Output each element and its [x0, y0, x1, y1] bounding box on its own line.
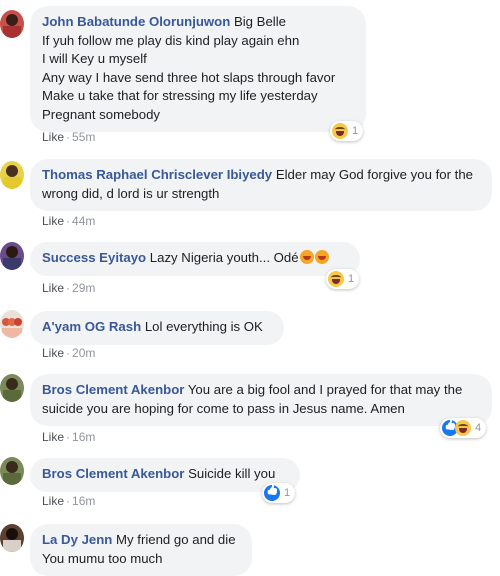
avatar[interactable] [0, 524, 24, 552]
comment-bubble: Thomas Raphael Chrisclever Ibiyedy Elder… [30, 159, 492, 211]
avatar[interactable] [0, 242, 24, 270]
laughing-emoji-icon [314, 250, 329, 264]
comment-meta: Like · 20m [42, 346, 96, 360]
comment-bubble: Success Eyitayo Lazy Nigeria youth... Od… [30, 242, 360, 276]
avatar[interactable] [0, 161, 24, 189]
like-icon [264, 485, 280, 501]
comment-bubble: La Dy Jenn My friend go and die You mumu… [30, 524, 252, 576]
avatar[interactable] [0, 310, 24, 338]
laughing-emoji-icon [299, 250, 314, 264]
reaction-summary[interactable]: 1 [330, 121, 364, 141]
comment-item: Bros Clement Akenbor You are a big fool … [0, 372, 500, 450]
comment-meta: Like · 16m [42, 430, 96, 444]
like-link[interactable]: Like [42, 346, 64, 360]
avatar[interactable] [0, 457, 24, 485]
like-link[interactable]: Like [42, 430, 64, 444]
comment-text: Big Belle If yuh follow me play dis kind… [42, 14, 336, 122]
comment-meta: Like · 44m [42, 214, 96, 228]
haha-icon [332, 123, 348, 139]
comment-text: Lazy Nigeria youth... Odé [149, 250, 299, 265]
like-link[interactable]: Like [42, 281, 64, 295]
comment-author-link[interactable]: La Dy Jenn [42, 532, 112, 547]
comment-bubble: Bros Clement Akenbor Suicide kill you [30, 458, 300, 492]
reaction-count: 1 [352, 125, 359, 137]
comment-meta: Like · 55m [42, 130, 96, 144]
comment-author-link[interactable]: A'yam OG Rash [42, 319, 141, 334]
comment-item: A'yam OG Rash Lol everything is OK Like ·… [0, 308, 500, 363]
reaction-summary[interactable]: 1 [326, 269, 360, 289]
avatar[interactable] [0, 10, 24, 38]
comment-text: Suicide kill you [188, 466, 276, 481]
comment-bubble: A'yam OG Rash Lol everything is OK [30, 311, 284, 345]
like-link[interactable]: Like [42, 214, 64, 228]
like-link[interactable]: Like [42, 130, 64, 144]
comment-author-link[interactable]: Success Eyitayo [42, 250, 146, 265]
comment-timestamp[interactable]: 55m [72, 130, 95, 144]
reaction-summary[interactable]: 1 [262, 483, 296, 503]
like-link[interactable]: Like [42, 494, 64, 508]
haha-icon [328, 271, 344, 287]
comment-author-link[interactable]: Bros Clement Akenbor [42, 382, 184, 397]
comment-timestamp[interactable]: 16m [72, 430, 95, 444]
comment-item: La Dy Jenn My friend go and die You mumu… [0, 522, 500, 576]
comment-author-link[interactable]: Bros Clement Akenbor [42, 466, 184, 481]
comment-timestamp[interactable]: 16m [72, 494, 95, 508]
reaction-count: 4 [475, 422, 482, 434]
comment-author-link[interactable]: Thomas Raphael Chrisclever Ibiyedy [42, 167, 272, 182]
avatar[interactable] [0, 374, 24, 402]
comment-text: Lol everything is OK [144, 319, 263, 334]
comment-item: Success Eyitayo Lazy Nigeria youth... Od… [0, 240, 500, 298]
reaction-count: 1 [284, 487, 291, 499]
comment-item: John Babatunde Olorunjuwon Big Belle If … [0, 0, 500, 150]
comment-meta: Like · 29m [42, 281, 96, 295]
haha-icon [455, 420, 471, 436]
comment-author-link[interactable]: John Babatunde Olorunjuwon [42, 14, 230, 29]
comment-item: Thomas Raphael Chrisclever Ibiyedy Elder… [0, 155, 500, 230]
comment-meta: Like · 16m [42, 494, 96, 508]
comment-timestamp[interactable]: 20m [72, 346, 95, 360]
reaction-count: 1 [348, 273, 355, 285]
comment-timestamp[interactable]: 44m [72, 214, 95, 228]
comment-bubble: Bros Clement Akenbor You are a big fool … [30, 374, 492, 426]
comment-bubble: John Babatunde Olorunjuwon Big Belle If … [30, 6, 366, 132]
comment-timestamp[interactable]: 29m [72, 281, 95, 295]
reaction-summary[interactable]: 4 [440, 418, 487, 438]
comment-item: Bros Clement Akenbor Suicide kill you Li… [0, 455, 500, 515]
